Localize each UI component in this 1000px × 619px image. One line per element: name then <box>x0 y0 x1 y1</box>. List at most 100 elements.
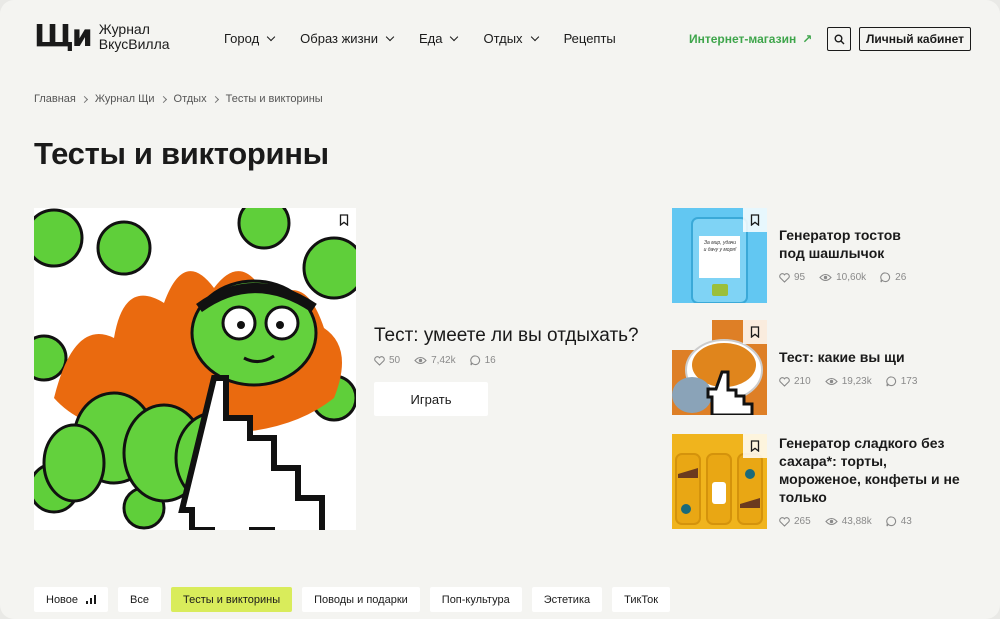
search-button[interactable] <box>827 27 851 51</box>
heart-icon <box>779 376 790 387</box>
likes-count: 50 <box>389 355 401 366</box>
breadcrumb-journal[interactable]: Журнал Щи <box>95 93 155 105</box>
online-shop-link[interactable]: Интернет-магазин ↗ <box>689 32 812 46</box>
breadcrumb-leisure[interactable]: Отдых <box>174 93 207 105</box>
heart-icon <box>779 272 790 283</box>
likes-stat[interactable]: 210 <box>779 376 811 387</box>
chip-occasions[interactable]: Поводы и подарки <box>302 587 420 612</box>
comments-count: 43 <box>900 516 912 527</box>
chevron-down-icon <box>530 32 539 41</box>
likes-stat[interactable]: 265 <box>779 516 811 527</box>
eye-icon <box>819 273 832 282</box>
nav-label: Образ жизни <box>300 31 378 46</box>
nav-label: Еда <box>418 31 443 46</box>
bookmark-icon <box>750 214 760 226</box>
likes-stat[interactable]: 95 <box>779 272 805 283</box>
comments-count: 173 <box>900 376 918 387</box>
caterpillar-illustration <box>34 208 356 530</box>
side-thumb-toasts: За мир, удачи и дачу у моря! <box>672 208 767 303</box>
nav-label: Рецепты <box>563 31 616 46</box>
comment-icon <box>880 272 891 283</box>
comment-icon <box>886 516 896 527</box>
side-card-toasts[interactable]: За мир, удачи и дачу у моря! Генератор т… <box>672 208 972 303</box>
views-stat: 19,23k <box>824 376 872 387</box>
breadcrumb-current: Тесты и викторины <box>225 93 323 105</box>
chip-label: ТикТок <box>624 593 659 606</box>
chip-new[interactable]: Новое <box>34 587 109 612</box>
chip-tiktok[interactable]: ТикТок <box>612 587 671 612</box>
views-count: 43,88k <box>841 516 872 527</box>
featured-stats: 50 7,42k 16 <box>374 355 510 366</box>
eye-icon <box>824 517 838 526</box>
side-stats: 210 19,23k 173 <box>779 376 931 387</box>
comment-icon <box>469 355 480 366</box>
chevron-down-icon <box>385 32 395 41</box>
comments-stat[interactable]: 16 <box>469 355 496 366</box>
comments-count: 26 <box>895 272 907 283</box>
views-count: 10,60k <box>836 272 867 283</box>
nav-item-city[interactable]: Город <box>224 31 276 46</box>
bookmark-button[interactable] <box>743 208 767 232</box>
bookmark-icon <box>750 440 760 452</box>
heart-icon <box>779 516 790 527</box>
nav-item-lifestyle[interactable]: Образ жизни <box>300 31 395 46</box>
chip-pop-culture[interactable]: Поп-культура <box>429 587 522 612</box>
filter-chips: Новое Все Тесты и викторины Поводы и под… <box>34 587 680 612</box>
featured-title[interactable]: Тест: умеете ли вы отдыхать? <box>374 325 639 347</box>
sort-bars-icon <box>86 595 97 604</box>
bookmark-icon <box>750 326 760 338</box>
comments-stat[interactable]: 26 <box>880 272 906 283</box>
comments-count: 16 <box>484 355 496 366</box>
logo-line-1: Журнал <box>98 21 150 37</box>
side-title[interactable]: Генератор тостов под шашлычок <box>779 226 929 262</box>
nav-item-recipes[interactable]: Рецепты <box>564 31 616 46</box>
breadcrumb-home[interactable]: Главная <box>34 93 76 105</box>
featured-image[interactable] <box>34 208 356 530</box>
chip-label: Поводы и подарки <box>314 593 408 606</box>
comments-stat[interactable]: 173 <box>886 376 918 387</box>
likes-count: 210 <box>794 376 811 387</box>
account-button[interactable]: Личный кабинет <box>859 27 971 51</box>
side-card-shchi[interactable]: Тест: какие вы щи 210 19,23k 173 <box>672 320 972 415</box>
chip-label: Поп-культура <box>441 593 510 606</box>
logo-mark: Щи <box>34 19 93 54</box>
views-count: 19,23k <box>841 376 872 387</box>
chevron-down-icon <box>266 32 276 41</box>
logo-text: Журнал ВкусВилла <box>99 22 170 52</box>
chip-aesthetics[interactable]: Эстетика <box>531 587 603 612</box>
page-title: Тесты и викторины <box>34 136 329 171</box>
side-title[interactable]: Тест: какие вы щи <box>779 348 959 366</box>
nav-item-leisure[interactable]: Отдых <box>483 31 539 46</box>
nav-label: Отдых <box>483 31 523 46</box>
heart-icon <box>374 355 385 366</box>
page: Щи Журнал ВкусВилла Город Образ жизни Ед… <box>0 0 1000 619</box>
search-icon <box>834 34 844 44</box>
chip-label: Новое <box>46 593 79 606</box>
views-stat: 43,88k <box>824 516 872 527</box>
bookmark-button[interactable] <box>332 208 356 232</box>
chip-label: Все <box>130 593 149 606</box>
chip-all[interactable]: Все <box>118 587 161 612</box>
nav-item-food[interactable]: Еда <box>418 31 459 46</box>
chevron-right-icon <box>80 95 88 103</box>
bookmark-button[interactable] <box>743 434 767 458</box>
side-card-sweets[interactable]: Генератор сладкого без сахара*: торты, м… <box>672 434 972 529</box>
views-stat: 7,42k <box>414 355 456 366</box>
side-stats: 95 10,60k 26 <box>779 272 920 283</box>
arrow-up-right-icon: ↗ <box>802 32 813 46</box>
comment-icon <box>886 376 896 387</box>
likes-count: 95 <box>794 272 806 283</box>
side-thumb-shchi <box>672 320 767 415</box>
comments-stat[interactable]: 43 <box>886 516 912 527</box>
site-logo[interactable]: Щи Журнал ВкусВилла <box>34 22 170 52</box>
chevron-right-icon <box>211 95 219 103</box>
likes-stat[interactable]: 50 <box>374 355 400 366</box>
bookmark-button[interactable] <box>743 320 767 344</box>
breadcrumb: Главная Журнал Щи Отдых Тесты и викторин… <box>34 93 323 105</box>
logo-line-2: ВкусВилла <box>98 36 170 52</box>
chip-tests[interactable]: Тесты и викторины <box>171 587 293 612</box>
side-title[interactable]: Генератор сладкого без сахара*: торты, м… <box>779 434 969 506</box>
play-button[interactable]: Играть <box>374 382 488 416</box>
chevron-right-icon <box>159 95 167 103</box>
views-stat: 10,60k <box>819 272 866 283</box>
